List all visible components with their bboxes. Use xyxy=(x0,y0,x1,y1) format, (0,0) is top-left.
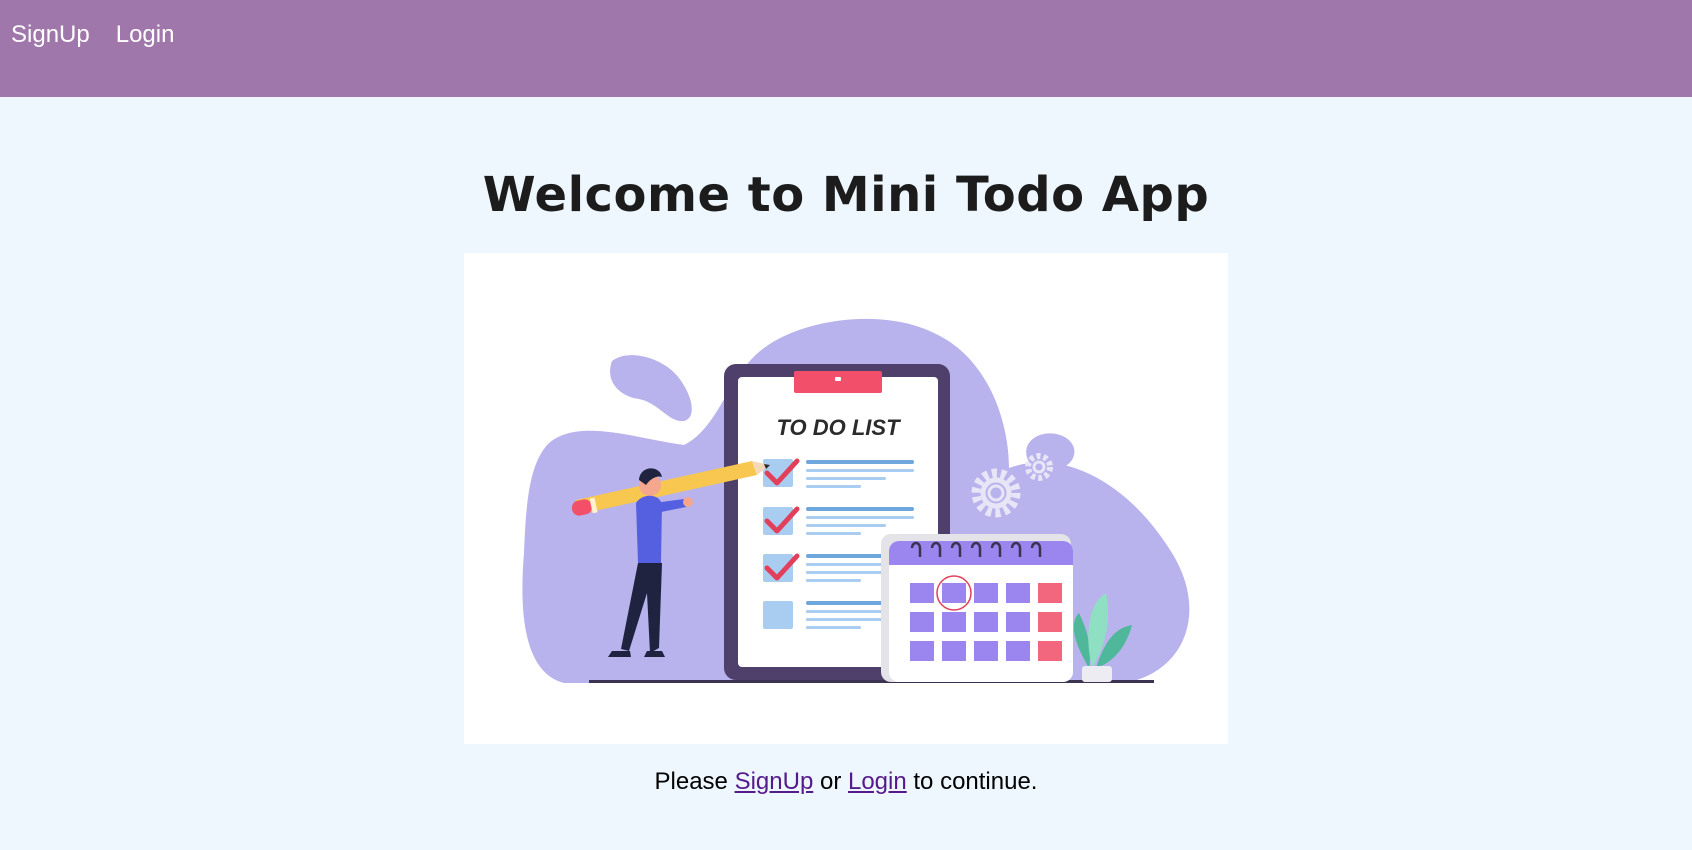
cta-prefix: Please xyxy=(654,768,735,795)
top-navbar: SignUp Login xyxy=(0,0,1692,97)
cta-middle: or xyxy=(813,768,848,795)
illustration-svg: TO DO LIST xyxy=(522,318,1190,683)
page-title: Welcome to Mini Todo App xyxy=(482,167,1210,223)
main-content: Welcome to Mini Todo App TO DO LIST Plea… xyxy=(0,97,1692,796)
cta-message: Please SignUp or Login to continue. xyxy=(655,768,1038,796)
cta-signup-link[interactable]: SignUp xyxy=(735,768,814,795)
small-blob xyxy=(610,355,692,422)
cta-login-link[interactable]: Login xyxy=(848,768,907,795)
todo-list-heading: TO DO LIST xyxy=(776,415,901,440)
ground-line xyxy=(589,680,1154,683)
cta-suffix: to continue. xyxy=(906,768,1038,795)
nav-signup-link[interactable]: SignUp xyxy=(11,21,90,49)
calendar-icon xyxy=(881,534,1073,682)
nav-login-link[interactable]: Login xyxy=(116,21,175,49)
todo-list-illustration: TO DO LIST xyxy=(464,253,1228,744)
